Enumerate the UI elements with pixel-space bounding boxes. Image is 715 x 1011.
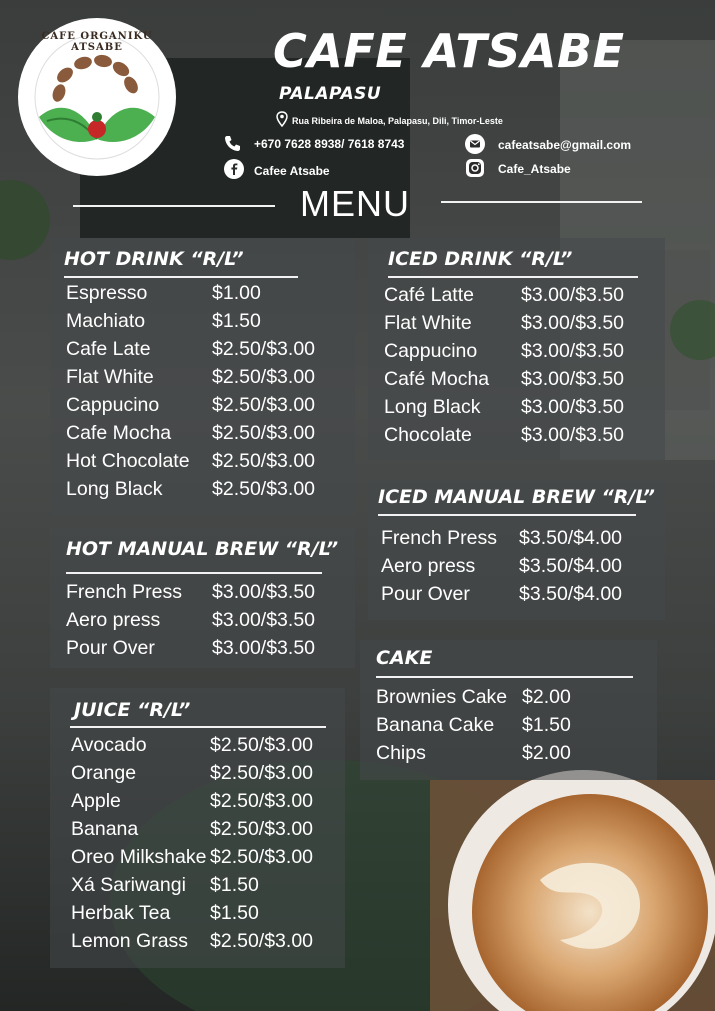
menu-item-name: Aero press <box>381 555 476 577</box>
menu-item-name: Hot Chocolate <box>66 450 190 472</box>
menu-item-name: Herbak Tea <box>71 902 171 924</box>
email-text[interactable]: cafeatsabe@gmail.com <box>498 138 631 152</box>
menu-item-price: $3.00/$3.50 <box>521 312 625 334</box>
menu-item-name: Chocolate <box>384 424 472 446</box>
menu-item-price: $2.50/$3.00 <box>210 734 314 756</box>
menu-item-price: $1.50 <box>210 874 259 896</box>
iced-manual-brew-title: ICED MANUAL BREW “R/L” <box>378 486 655 508</box>
menu-item-price: $2.50/$3.00 <box>212 338 316 360</box>
menu-item-name: Banana <box>71 818 139 840</box>
menu-item-name: French Press <box>381 527 497 549</box>
menu-item-price: $3.00/$3.50 <box>521 284 625 306</box>
menu-item-price: $2.00 <box>522 742 571 764</box>
menu-item-name: Espresso <box>66 282 148 304</box>
menu-item-price: $1.50 <box>212 310 261 332</box>
menu-item-name: Cafe Mocha <box>66 422 172 444</box>
menu-item-price: $1.50 <box>210 902 259 924</box>
menu-rule-left <box>73 205 275 207</box>
menu-item-name: Cappucino <box>384 340 478 362</box>
menu-item-name: Oreo Milkshake <box>71 846 207 868</box>
menu-item-name: Café Mocha <box>384 368 490 390</box>
cafe-title: CAFE ATSABE <box>273 24 625 78</box>
menu-item-name: Apple <box>71 790 121 812</box>
menu-item-name: Pour Over <box>66 637 155 659</box>
instagram-text[interactable]: Cafe_Atsabe <box>498 162 571 176</box>
facebook-icon <box>224 159 244 184</box>
menu-heading: MENU <box>300 183 410 224</box>
menu-item-price: $1.00 <box>212 282 261 304</box>
hot-manual-brew-rule <box>66 572 322 574</box>
instagram-icon <box>465 158 485 183</box>
menu-item-price: $2.50/$3.00 <box>212 422 316 444</box>
menu-item-name: Long Black <box>66 478 163 500</box>
menu-item-price: $2.50/$3.00 <box>212 394 316 416</box>
phone-text: +670 7628 8938/ 7618 8743 <box>254 137 405 151</box>
menu-item-name: Machiato <box>66 310 146 332</box>
hot-drink-rule <box>64 276 298 278</box>
menu-item-price: $2.50/$3.00 <box>210 818 314 840</box>
menu-item-price: $3.50/$4.00 <box>519 583 623 605</box>
facebook-text[interactable]: Cafee Atsabe <box>254 164 330 178</box>
menu-item-price: $2.50/$3.00 <box>210 762 314 784</box>
cafe-logo: CAFE ORGANIKU ATSABE <box>17 17 177 177</box>
menu-item-name: Café Latte <box>384 284 474 306</box>
menu-item-price: $1.50 <box>522 714 571 736</box>
iced-drink-title: ICED DRINK “R/L” <box>388 248 573 270</box>
menu-item-price: $3.00/$3.50 <box>212 581 316 603</box>
menu-item-price: $3.00/$3.50 <box>212 609 316 631</box>
menu-item-price: $3.00/$3.50 <box>521 396 625 418</box>
menu-item-price: $3.00/$3.50 <box>521 340 625 362</box>
cake-title: CAKE <box>376 647 433 669</box>
menu-item-price: $2.50/$3.00 <box>210 790 314 812</box>
address-text: Rua Ribeira de Maloa, Palapasu, Dili, Ti… <box>292 116 503 126</box>
cake-rule <box>376 676 633 678</box>
menu-item-name: Pour Over <box>381 583 470 605</box>
menu-item-name: Xá Sariwangi <box>71 874 186 896</box>
menu-item-name: Lemon Grass <box>71 930 189 952</box>
menu-item-name: Orange <box>71 762 137 784</box>
menu-item-price: $3.00/$3.50 <box>521 368 625 390</box>
menu-item-price: $2.50/$3.00 <box>212 478 316 500</box>
hot-manual-brew-title: HOT MANUAL BREW “R/L” <box>66 538 339 560</box>
menu-item-name: Flat White <box>384 312 472 334</box>
cafe-subtitle: PALAPASU <box>279 84 382 104</box>
menu-item-price: $2.50/$3.00 <box>210 846 314 868</box>
menu-item-price: $3.50/$4.00 <box>519 555 623 577</box>
menu-item-price: $3.00/$3.50 <box>212 637 316 659</box>
menu-item-name: Aero press <box>66 609 161 631</box>
iced-manual-brew-rule <box>378 514 636 516</box>
menu-item-price: $2.00 <box>522 686 571 708</box>
hot-drink-title: HOT DRINK “R/L” <box>64 248 244 270</box>
menu-item-name: French Press <box>66 581 182 603</box>
menu-item-name: Cafe Late <box>66 338 151 360</box>
menu-item-name: Long Black <box>384 396 481 418</box>
menu-rule-right <box>441 201 642 203</box>
iced-drink-rule <box>388 276 638 278</box>
menu-item-name: Avocado <box>71 734 147 756</box>
email-icon <box>465 134 485 159</box>
menu-item-price: $3.50/$4.00 <box>519 527 623 549</box>
menu-item-name: Flat White <box>66 366 154 388</box>
logo-text: CAFE ORGANIKU ATSABE <box>41 31 153 53</box>
menu-item-name: Chips <box>376 742 426 764</box>
menu-item-price: $3.00/$3.50 <box>521 424 625 446</box>
location-pin-icon <box>276 111 288 132</box>
menu-item-name: Banana Cake <box>376 714 495 736</box>
phone-icon <box>224 134 242 157</box>
juice-rule <box>70 726 326 728</box>
menu-item-price: $2.50/$3.00 <box>212 450 316 472</box>
menu-item-price: $2.50/$3.00 <box>210 930 314 952</box>
menu-item-name: Brownies Cake <box>376 686 508 708</box>
juice-title: JUICE “R/L” <box>74 699 191 721</box>
menu-item-name: Cappucino <box>66 394 160 416</box>
menu-item-price: $2.50/$3.00 <box>212 366 316 388</box>
